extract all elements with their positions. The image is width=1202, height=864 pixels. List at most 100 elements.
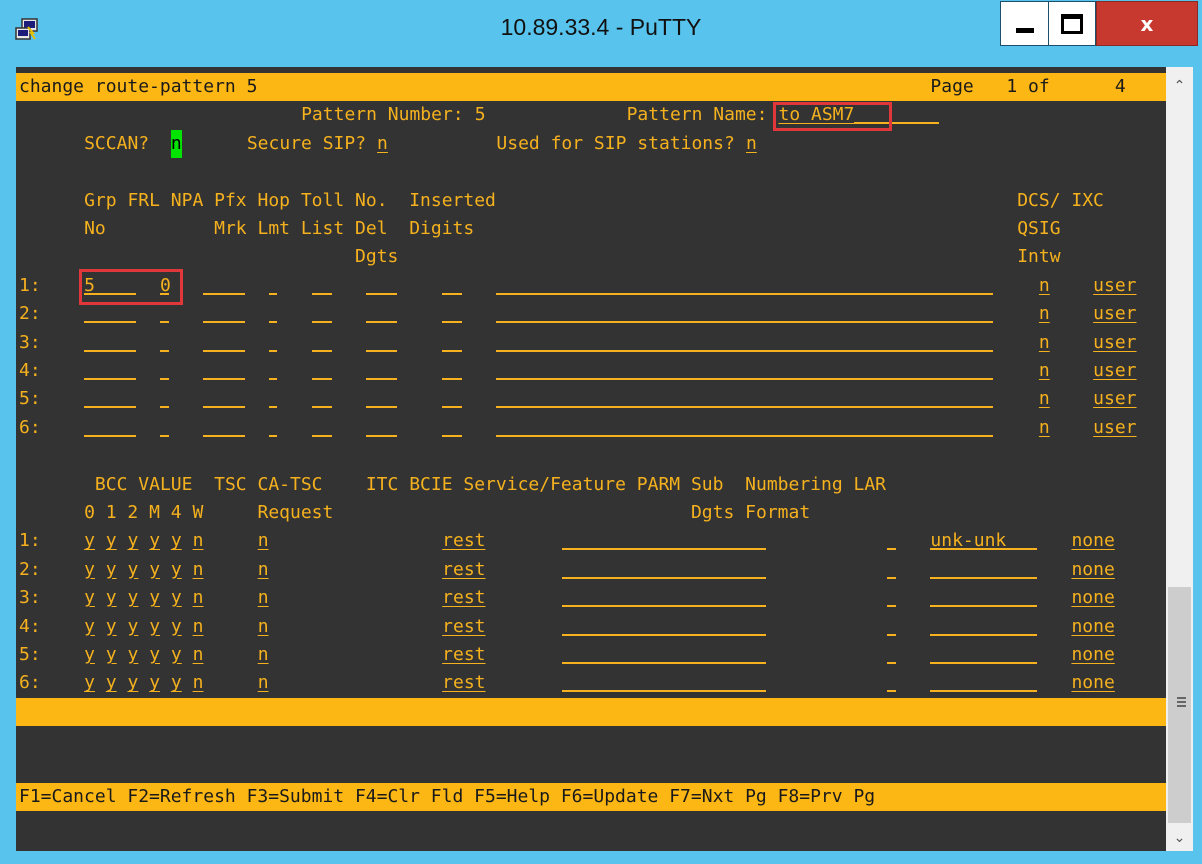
sub-dgts-field[interactable]	[887, 633, 896, 636]
dcs-field[interactable]: n	[1039, 385, 1050, 413]
npa-field[interactable]	[203, 321, 245, 324]
bcc-value-field[interactable]: y	[106, 527, 117, 555]
no-del-field[interactable]	[442, 406, 462, 409]
bcc-value-field[interactable]: y	[84, 613, 95, 641]
bcc-value-field[interactable]: y	[171, 641, 182, 669]
bcc-value-field[interactable]: n	[193, 613, 204, 641]
maximize-button[interactable]	[1048, 1, 1096, 46]
bcc-value-field[interactable]: y	[84, 641, 95, 669]
sub-dgts-field[interactable]	[887, 662, 896, 664]
ixc-field[interactable]: user	[1093, 272, 1136, 300]
frl-underline[interactable]	[160, 434, 169, 437]
bcc-value-field[interactable]: n	[193, 584, 204, 612]
toll-field[interactable]	[366, 292, 397, 295]
numbering-underline[interactable]	[930, 662, 1037, 664]
sccan-field[interactable]: n	[170, 129, 182, 158]
ixc-field[interactable]: user	[1093, 385, 1136, 413]
toll-field[interactable]	[366, 406, 397, 409]
bcc-value-field[interactable]: y	[106, 584, 117, 612]
minimize-button[interactable]	[1000, 1, 1048, 46]
bcc-value-field[interactable]: y	[106, 641, 117, 669]
bcc-value-field[interactable]: y	[128, 584, 139, 612]
tsc-field[interactable]: n	[258, 669, 269, 697]
lar-field[interactable]: none	[1071, 669, 1114, 697]
service-feature-field[interactable]	[561, 690, 766, 693]
itc-field[interactable]: rest	[442, 613, 485, 641]
no-del-field[interactable]	[442, 378, 462, 380]
bcc-value-field[interactable]: n	[193, 641, 204, 669]
bcc-value-field[interactable]: y	[128, 641, 139, 669]
hop-field[interactable]	[311, 434, 332, 437]
pfx-field[interactable]	[268, 349, 278, 352]
tsc-field[interactable]: n	[258, 641, 269, 669]
dcs-field[interactable]: n	[1039, 357, 1050, 385]
frl-underline[interactable]	[160, 378, 169, 380]
grp-no-underline[interactable]	[84, 349, 137, 352]
no-del-field[interactable]	[442, 292, 462, 295]
bcc-value-field[interactable]: y	[106, 556, 117, 584]
sub-dgts-field[interactable]	[887, 576, 896, 579]
grp-no-underline[interactable]	[84, 434, 137, 437]
service-feature-field[interactable]	[561, 633, 766, 636]
service-feature-field[interactable]	[561, 662, 766, 664]
ixc-field[interactable]: user	[1093, 357, 1136, 385]
hop-field[interactable]	[311, 378, 332, 380]
tsc-field[interactable]: n	[258, 527, 269, 555]
secure-sip-field[interactable]: n	[377, 130, 388, 158]
lar-field[interactable]: none	[1071, 556, 1114, 584]
tsc-field[interactable]: n	[258, 613, 269, 641]
itc-field[interactable]: rest	[442, 556, 485, 584]
hop-field[interactable]	[311, 292, 332, 295]
no-del-field[interactable]	[442, 321, 462, 324]
toll-field[interactable]	[366, 349, 397, 352]
bcc-value-field[interactable]: y	[149, 556, 160, 584]
npa-field[interactable]	[203, 434, 245, 437]
pfx-field[interactable]	[268, 321, 278, 324]
bcc-value-field[interactable]: y	[171, 613, 182, 641]
hop-field[interactable]	[311, 321, 332, 324]
toll-field[interactable]	[366, 378, 397, 380]
sub-dgts-field[interactable]	[887, 548, 896, 551]
vertical-scrollbar[interactable]: ⌃ ⌄	[1166, 67, 1193, 851]
bcc-value-field[interactable]: y	[128, 556, 139, 584]
frl-underline[interactable]	[160, 406, 169, 409]
ixc-field[interactable]: user	[1093, 414, 1136, 442]
bcc-value-field[interactable]: n	[193, 669, 204, 697]
bcc-value-field[interactable]: y	[128, 613, 139, 641]
numbering-underline[interactable]	[930, 548, 1037, 551]
npa-field[interactable]	[203, 349, 245, 352]
service-feature-field[interactable]	[561, 576, 766, 579]
inserted-digits-field[interactable]	[496, 292, 994, 295]
pfx-field[interactable]	[268, 378, 278, 380]
inserted-digits-field[interactable]	[496, 406, 994, 409]
scrollbar-thumb[interactable]	[1168, 587, 1191, 823]
npa-field[interactable]	[203, 406, 245, 409]
grp-no-underline[interactable]	[84, 321, 137, 324]
bcc-value-field[interactable]: y	[84, 556, 95, 584]
inserted-digits-field[interactable]	[496, 434, 994, 437]
bcc-value-field[interactable]: y	[149, 669, 160, 697]
frl-underline[interactable]	[160, 321, 169, 324]
sub-dgts-field[interactable]	[887, 690, 896, 693]
ixc-field[interactable]: user	[1093, 300, 1136, 328]
itc-field[interactable]: rest	[442, 584, 485, 612]
npa-field[interactable]	[203, 292, 245, 295]
numbering-underline[interactable]	[930, 576, 1037, 579]
bcc-value-field[interactable]: y	[84, 527, 95, 555]
sub-dgts-field[interactable]	[887, 605, 896, 608]
numbering-underline[interactable]	[930, 633, 1037, 636]
hop-field[interactable]	[311, 349, 332, 352]
lar-field[interactable]: none	[1071, 613, 1114, 641]
numbering-underline[interactable]	[930, 605, 1037, 608]
bcc-value-field[interactable]: n	[193, 556, 204, 584]
terminal-screen[interactable]: change route-pattern 5 Page 1 of 4 Pattern N…	[16, 67, 1166, 851]
inserted-digits-field[interactable]	[496, 349, 994, 352]
chevron-down-icon[interactable]: ⌄	[1166, 825, 1193, 851]
lar-field[interactable]: none	[1071, 527, 1114, 555]
lar-field[interactable]: none	[1071, 641, 1114, 669]
dcs-field[interactable]: n	[1039, 329, 1050, 357]
close-button[interactable]: x	[1096, 1, 1198, 46]
bcc-value-field[interactable]: y	[106, 613, 117, 641]
bcc-value-field[interactable]: y	[128, 527, 139, 555]
pfx-field[interactable]	[268, 434, 278, 437]
